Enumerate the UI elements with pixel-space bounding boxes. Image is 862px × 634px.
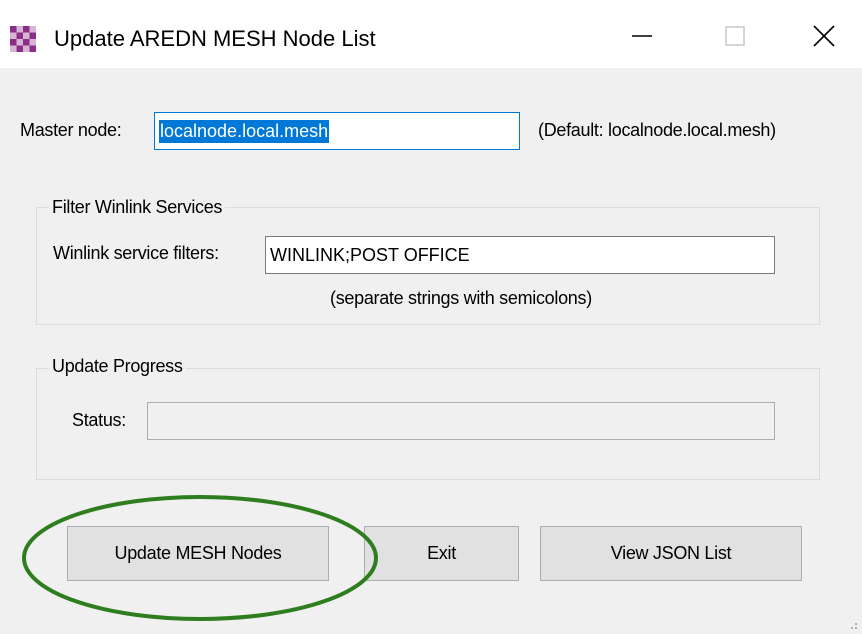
minimize-icon (632, 35, 652, 37)
window-title: Update AREDN MESH Node List (54, 26, 376, 51)
winlink-filters-hint: (separate strings with semicolons) (330, 288, 592, 308)
minimize-button[interactable] (612, 16, 672, 56)
filter-winlink-group-title: Filter Winlink Services (49, 197, 226, 218)
master-node-input[interactable]: localnode.local.mesh (154, 112, 520, 150)
update-progress-group-title: Update Progress (49, 356, 186, 377)
update-mesh-nodes-button[interactable]: Update MESH Nodes (67, 526, 329, 581)
exit-button[interactable]: Exit (364, 526, 519, 581)
master-node-label: Master node: (20, 120, 122, 140)
resize-grip-icon[interactable] (846, 618, 858, 630)
winlink-filters-label: Winlink service filters: (53, 243, 219, 263)
view-json-list-button[interactable]: View JSON List (540, 526, 802, 581)
maximize-icon (725, 26, 745, 46)
maximize-button[interactable] (705, 16, 765, 56)
winlink-filters-value: WINLINK;POST OFFICE (270, 244, 470, 265)
app-window: Update AREDN MESH Node List Master node:… (0, 0, 862, 634)
status-label: Status: (72, 410, 126, 430)
title-bar[interactable]: Update AREDN MESH Node List (0, 0, 862, 68)
close-icon (813, 25, 835, 47)
close-button[interactable] (794, 16, 854, 56)
winlink-filters-input[interactable]: WINLINK;POST OFFICE (265, 236, 775, 274)
checkerboard-app-icon (10, 26, 36, 52)
status-field (147, 402, 775, 440)
master-node-value: localnode.local.mesh (159, 119, 330, 143)
master-node-default-hint: (Default: localnode.local.mesh) (538, 120, 776, 140)
